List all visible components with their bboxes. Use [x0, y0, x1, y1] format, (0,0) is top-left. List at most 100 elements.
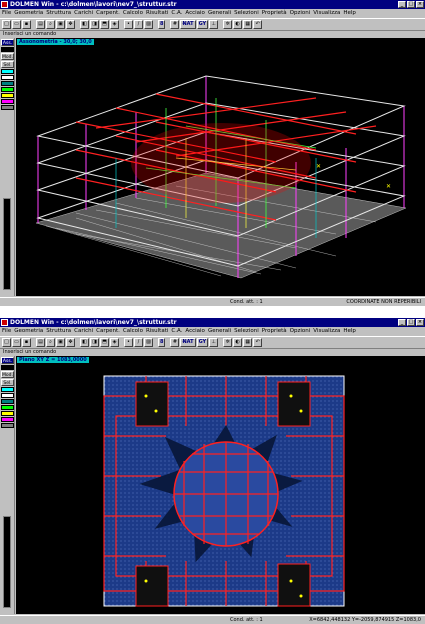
sel-button[interactable]: Sel. — [1, 379, 14, 386]
color-swatch[interactable] — [1, 411, 14, 416]
mod-button[interactable]: Mod. — [1, 53, 14, 60]
view-side-icon[interactable]: ◨ — [90, 338, 99, 347]
table-icon[interactable]: ▦ — [243, 20, 253, 29]
print-icon[interactable]: ▤ — [36, 20, 45, 29]
color-swatch[interactable] — [1, 399, 14, 404]
maximize-icon[interactable]: □ — [407, 319, 415, 326]
axes-icon[interactable]: ⊥ — [209, 338, 219, 347]
close-icon[interactable]: × — [416, 319, 424, 326]
close-icon[interactable]: × — [416, 1, 424, 8]
maximize-icon[interactable]: □ — [407, 1, 415, 8]
nat-button[interactable]: N̶AT — [180, 338, 196, 347]
menu-help[interactable]: Help — [343, 9, 356, 18]
mod-button[interactable]: Mod. — [1, 371, 14, 378]
gy-button[interactable]: GY — [196, 20, 209, 29]
color-swatch[interactable] — [1, 393, 14, 398]
viewport-3d[interactable]: ✕ ✕ Assonometria - 30,0; 30,0 — [16, 38, 425, 296]
node-icon[interactable]: • — [124, 338, 133, 347]
table-icon[interactable]: ▦ — [243, 338, 253, 347]
sel-button[interactable]: Sel. — [1, 61, 14, 68]
open-folder-icon[interactable]: ▭ — [12, 20, 21, 29]
grid-icon[interactable]: # — [170, 20, 180, 29]
view-front-icon[interactable]: ◧ — [80, 338, 89, 347]
menu-help[interactable]: Help — [343, 327, 356, 336]
menu-proprieta[interactable]: Proprietà — [262, 327, 287, 336]
menu-selezioni[interactable]: Selezioni — [234, 9, 259, 18]
menu-file[interactable]: File — [2, 9, 11, 18]
menu-carpent[interactable]: Carpent. — [96, 9, 120, 18]
gy-button[interactable]: GY — [196, 338, 209, 347]
menu-calcolo[interactable]: Calcolo — [123, 327, 143, 336]
settings-icon[interactable]: ✲ — [223, 338, 233, 347]
node-icon[interactable]: • — [124, 20, 133, 29]
nat-button[interactable]: N̶AT — [180, 20, 196, 29]
menu-file[interactable]: File — [2, 327, 11, 336]
menu-carpent[interactable]: Carpent. — [96, 327, 120, 336]
zoom-window-icon[interactable]: ▣ — [56, 338, 65, 347]
zoom-icon[interactable]: ⌕ — [46, 20, 55, 29]
plate-icon[interactable]: ▨ — [144, 338, 153, 347]
undo-icon[interactable]: ↶ — [253, 20, 263, 29]
view-top-icon[interactable]: ⬒ — [100, 338, 109, 347]
menu-geometria[interactable]: Geometria — [14, 9, 43, 18]
menu-visualizza[interactable]: Visualizza — [313, 327, 340, 336]
view-iso-icon[interactable]: ◈ — [110, 20, 119, 29]
color-swatch[interactable] — [1, 69, 14, 74]
pan-icon[interactable]: ✥ — [66, 20, 75, 29]
axes-icon[interactable]: ⊥ — [209, 20, 219, 29]
menu-acciaio[interactable]: Acciaio — [185, 327, 205, 336]
minimize-icon[interactable]: _ — [398, 1, 406, 8]
color-swatch[interactable] — [1, 87, 14, 92]
beam-icon[interactable]: / — [134, 338, 143, 347]
menu-selezioni[interactable]: Selezioni — [234, 327, 259, 336]
menu-generali[interactable]: Generali — [208, 327, 231, 336]
beam-icon[interactable]: / — [134, 20, 143, 29]
menu-ca[interactable]: C.A. — [171, 9, 182, 18]
ass-button[interactable]: Ass. — [1, 357, 14, 364]
viewport-plan[interactable]: Piano XY Z = 1083,0000 — [16, 356, 425, 614]
zoom-slider[interactable] — [3, 198, 11, 290]
color-icon[interactable]: ◐ — [233, 20, 243, 29]
menu-risultati[interactable]: Risultati — [146, 327, 168, 336]
menu-risultati[interactable]: Risultati — [146, 9, 168, 18]
new-file-icon[interactable]: □ — [2, 20, 11, 29]
color-swatch[interactable] — [1, 423, 14, 428]
menu-visualizza[interactable]: Visualizza — [313, 9, 340, 18]
view-side-icon[interactable]: ◨ — [90, 20, 99, 29]
menu-struttura[interactable]: Struttura — [46, 9, 71, 18]
color-swatch[interactable] — [1, 93, 14, 98]
menu-opzioni[interactable]: Opzioni — [290, 327, 311, 336]
menu-carichi[interactable]: Carichi — [74, 9, 93, 18]
color-swatch[interactable] — [1, 405, 14, 410]
pan-icon[interactable]: ✥ — [66, 338, 75, 347]
color-swatch[interactable] — [1, 387, 14, 392]
menu-carichi[interactable]: Carichi — [74, 327, 93, 336]
level-number[interactable]: 8 — [158, 338, 166, 347]
settings-icon[interactable]: ✲ — [223, 20, 233, 29]
print-icon[interactable]: ▤ — [36, 338, 45, 347]
menu-geometria[interactable]: Geometria — [14, 327, 43, 336]
command-line[interactable]: Inserisci un comando — [0, 349, 425, 356]
menu-ca[interactable]: C.A. — [171, 327, 182, 336]
color-swatch[interactable] — [1, 81, 14, 86]
plate-icon[interactable]: ▨ — [144, 20, 153, 29]
command-line[interactable]: Inserisci un comando — [0, 31, 425, 38]
color-swatch[interactable] — [1, 417, 14, 422]
zoom-window-icon[interactable]: ▣ — [56, 20, 65, 29]
zoom-slider[interactable] — [3, 516, 11, 608]
color-swatch[interactable] — [1, 47, 14, 52]
minimize-icon[interactable]: _ — [398, 319, 406, 326]
color-swatch[interactable] — [1, 75, 14, 80]
menu-struttura[interactable]: Struttura — [46, 327, 71, 336]
color-swatch[interactable] — [1, 365, 14, 370]
menu-proprieta[interactable]: Proprietà — [262, 9, 287, 18]
view-front-icon[interactable]: ◧ — [80, 20, 89, 29]
menu-generali[interactable]: Generali — [208, 9, 231, 18]
view-top-icon[interactable]: ⬒ — [100, 20, 109, 29]
color-swatch[interactable] — [1, 105, 14, 110]
save-icon[interactable]: ▪ — [22, 338, 31, 347]
menu-acciaio[interactable]: Acciaio — [185, 9, 205, 18]
menu-opzioni[interactable]: Opzioni — [290, 9, 311, 18]
new-file-icon[interactable]: □ — [2, 338, 11, 347]
ass-button[interactable]: Ass. — [1, 39, 14, 46]
